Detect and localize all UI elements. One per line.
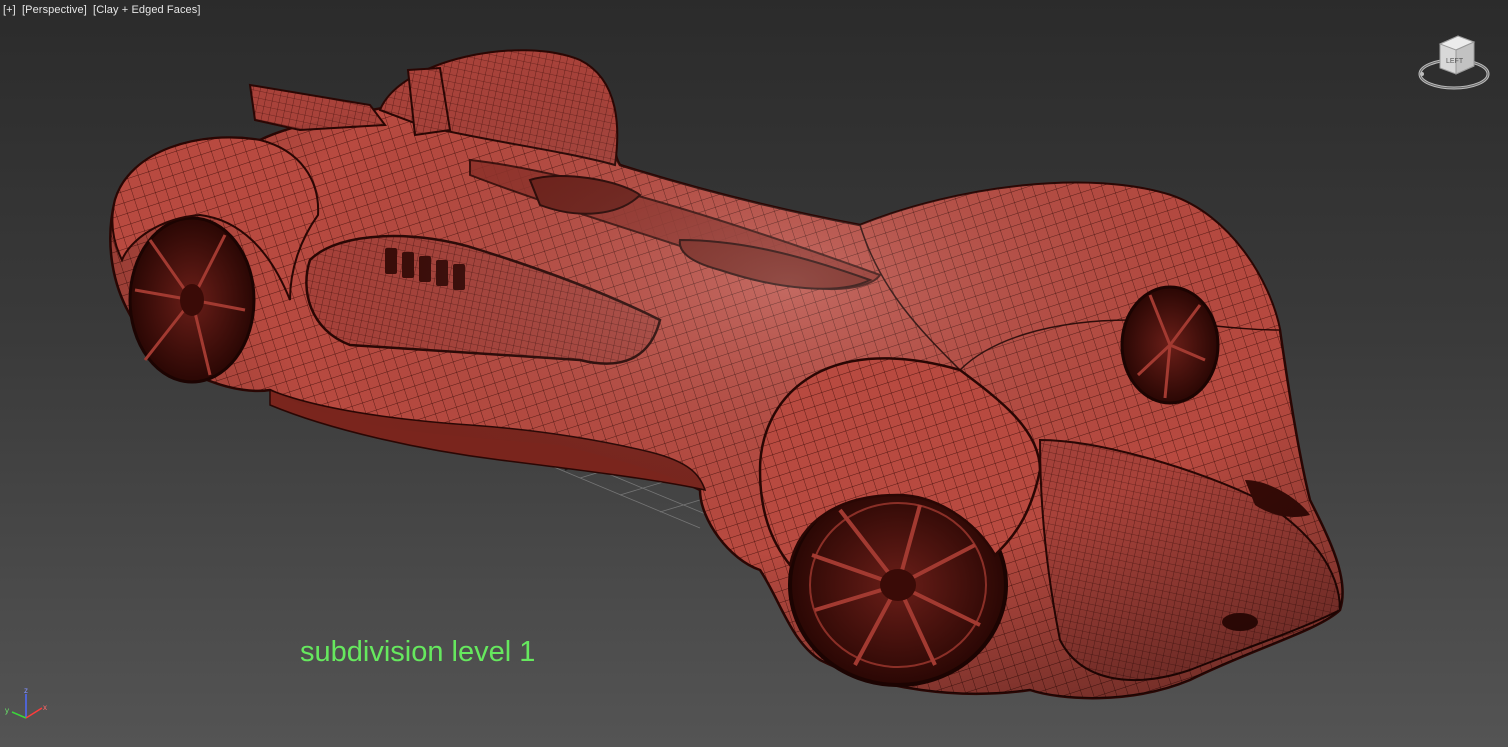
subdivision-caption: subdivision level 1	[300, 636, 536, 668]
3d-viewport[interactable]: [+] [Perspective] [Clay + Edged Faces] s…	[0, 0, 1508, 747]
svg-text:LEFT: LEFT	[1446, 58, 1464, 65]
scene-render	[109, 49, 1344, 700]
svg-text:z: z	[24, 686, 28, 695]
front-right-wheel	[1120, 285, 1220, 405]
rear-wheel	[128, 216, 256, 384]
viewcube-icon[interactable]: LEFT	[1414, 30, 1494, 96]
viewcube[interactable]: LEFT	[1414, 30, 1494, 96]
axis-tripod-icon: z x y	[5, 686, 47, 719]
svg-text:x: x	[43, 703, 47, 712]
axis-tripod: z x y	[2, 686, 52, 726]
svg-text:y: y	[5, 706, 9, 715]
